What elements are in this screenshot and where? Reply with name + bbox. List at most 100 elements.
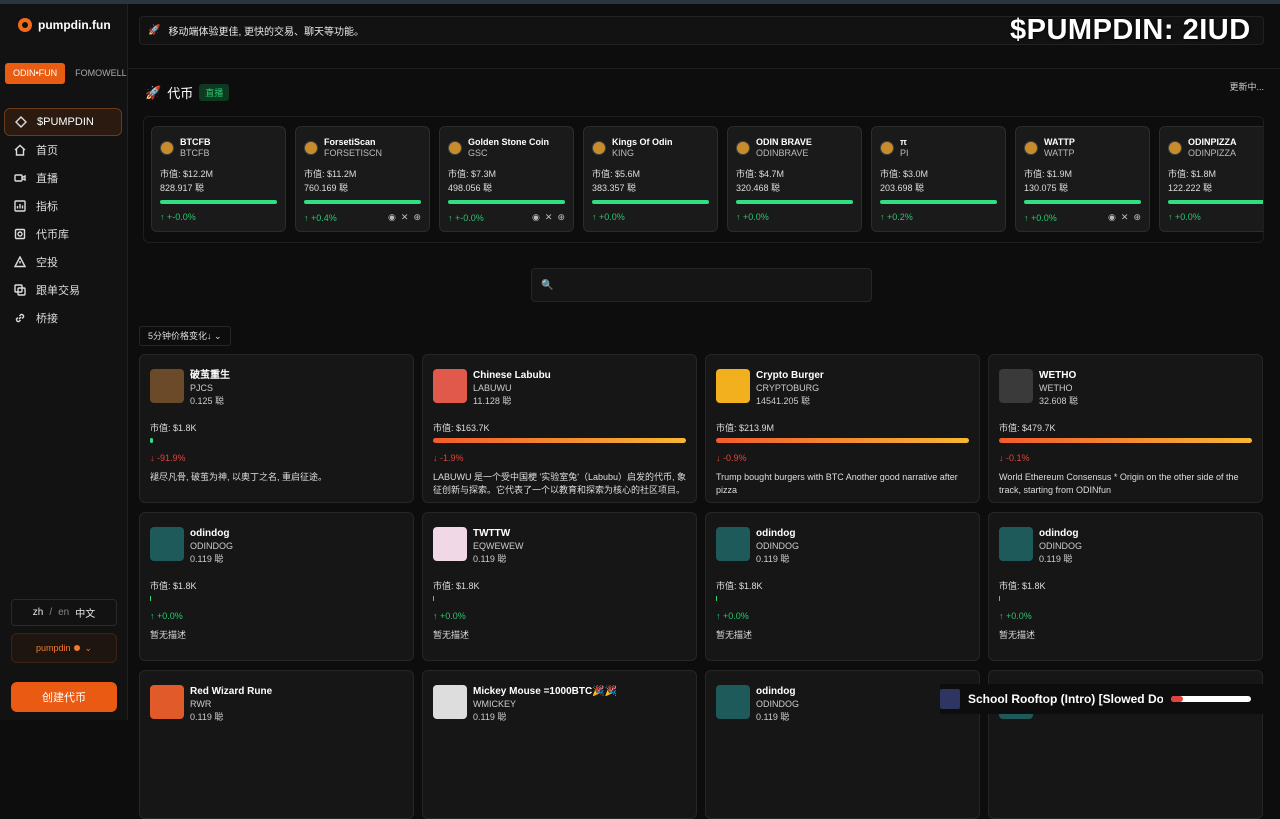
token-card[interactable]: WETHO WETHO 32.608 聪市值: $479.7K ↓ -0.1% Worl… bbox=[988, 354, 1263, 503]
token-card[interactable]: Crypto Burger CRYPTOBURG 14541.205 聪市值: $2… bbox=[705, 354, 980, 503]
token-amount: 828.917 聪 bbox=[160, 183, 205, 193]
token-card[interactable]: Mickey Mouse =1000BTC🎉🎉 WMICKEY 0.119 聪 bbox=[422, 670, 697, 819]
user-menu-button[interactable]: pumpdin ⌄ bbox=[11, 633, 117, 663]
token-card[interactable]: odindog ODINDOG 0.119 聪 bbox=[705, 670, 980, 819]
token-strip-card[interactable]: ODIN BRAVE ODINBRAVE 市值: $4.7M 320.468 聪 ↑ +… bbox=[727, 126, 862, 232]
tab-fomowell[interactable]: FOMOWELL bbox=[67, 63, 135, 84]
token-name: 破茧重生 bbox=[190, 370, 230, 381]
token-strip-card[interactable]: Kings Of Odin KING 市值: $5.6M 383.357 聪 ↑ +0.… bbox=[583, 126, 718, 232]
token-strip-card[interactable]: WATTP WATTP 市值: $1.9M 130.075 聪 ↑ +0.0% ◉ ✕ ⊕ bbox=[1015, 126, 1150, 232]
token-name: ForsetiScan bbox=[324, 137, 376, 147]
token-change: ↓ -0.9% bbox=[716, 453, 747, 463]
airdrop-icon bbox=[14, 256, 26, 268]
library-icon bbox=[14, 228, 26, 240]
telegram-icon[interactable]: ◉ bbox=[1108, 212, 1116, 223]
bonding-bar bbox=[150, 596, 151, 601]
token-card[interactable]: odindog ODINDOG 0.119 聪市值: $1.8K ↑ +0.0% 暂无描… bbox=[988, 512, 1263, 661]
live-badge: 直播 bbox=[199, 84, 230, 101]
token-strip-card[interactable]: Golden Stone Coin GSC 市值: $7.3M 498.056 聪 ↑ … bbox=[439, 126, 574, 232]
sort-dropdown[interactable]: 5分钟价格变化↓ ⌄ bbox=[139, 326, 231, 346]
token-value: 14541.205 聪 bbox=[756, 396, 811, 406]
token-card[interactable]: odindog ODINDOG 0.119 聪市值: $1.8K ↑ +0.0% 暂无描… bbox=[705, 512, 980, 661]
token-card[interactable]: Red Wizard Rune RWR 0.119 聪 bbox=[139, 670, 414, 819]
home-icon bbox=[14, 144, 26, 156]
token-mcap: 市值: $213.9M bbox=[716, 423, 775, 433]
token-description: LABUWU 是一个受中国梗 '实验室兔'（Labubu）启发的代币, 象征创新… bbox=[433, 472, 686, 495]
token-image bbox=[433, 527, 467, 561]
token-strip-card[interactable]: π PI 市值: $3.0M 203.698 聪 ↑ +0.2% bbox=[871, 126, 1006, 232]
search-bar[interactable]: 🔍 bbox=[531, 268, 872, 302]
token-progress-bar bbox=[304, 200, 421, 204]
token-change: ↑ +0.0% bbox=[592, 212, 625, 222]
token-symbol: ODINPIZZA bbox=[1188, 148, 1237, 158]
update-status: 更新中... bbox=[1229, 82, 1264, 92]
globe-icon[interactable]: ⊕ bbox=[557, 212, 565, 223]
token-symbol: ODINBRAVE bbox=[756, 148, 809, 158]
token-card[interactable]: odindog ODINDOG 0.119 聪市值: $1.8K ↑ +0.0% 暂无描… bbox=[139, 512, 414, 661]
token-symbol: ODINDOG bbox=[1039, 541, 1083, 551]
telegram-icon[interactable]: ◉ bbox=[532, 212, 540, 223]
token-description: 暂无描述 bbox=[150, 630, 187, 640]
token-mcap: 市值: $479.7K bbox=[999, 423, 1056, 433]
platform-tabs: ODIN•FUN FOMOWELL bbox=[5, 63, 135, 84]
token-symbol: PI bbox=[900, 148, 909, 158]
language-switcher[interactable]: zh / en 中文 bbox=[11, 599, 117, 626]
token-strip-card[interactable]: BTCFB BTCFB 市值: $12.2M 828.917 聪 ↑ +-0.0% bbox=[151, 126, 286, 232]
token-image bbox=[716, 685, 750, 719]
token-amount: 498.056 聪 bbox=[448, 183, 493, 193]
token-symbol: ODINDOG bbox=[756, 699, 800, 709]
token-symbol: RWR bbox=[190, 699, 212, 709]
search-input[interactable] bbox=[561, 279, 862, 291]
sidebar-item-bridge[interactable]: 桥接 bbox=[4, 304, 122, 332]
token-card[interactable]: 破茧重生 PJCS 0.125 聪市值: $1.8K ↓ -91.9% 褪尽凡骨, 破茧… bbox=[139, 354, 414, 503]
sidebar-item-home[interactable]: 首页 bbox=[4, 136, 122, 164]
token-change: ↓ -91.9% bbox=[150, 453, 186, 463]
token-value: 0.119 聪 bbox=[756, 554, 790, 564]
globe-icon[interactable]: ⊕ bbox=[1133, 212, 1141, 223]
globe-icon[interactable]: ⊕ bbox=[413, 212, 421, 223]
token-strip-card[interactable]: ODINPIZZA ODINPIZZA 市值: $1.8M 122.222 聪 ↑ +0… bbox=[1159, 126, 1263, 232]
top-accent-line bbox=[0, 0, 1280, 4]
lang-current: 中文 bbox=[75, 609, 96, 620]
app-logo[interactable]: pumpdin.fun bbox=[18, 18, 111, 32]
lang-zh[interactable]: zh bbox=[33, 607, 44, 618]
token-icon bbox=[592, 141, 606, 155]
token-amount: 203.698 聪 bbox=[880, 183, 925, 193]
sidebar-item-token-library[interactable]: 代币库 bbox=[4, 220, 122, 248]
video-icon bbox=[14, 174, 26, 182]
token-card[interactable]: TWTTW EQWEWEW 0.119 聪市值: $1.8K ↑ +0.0% 暂无描述 bbox=[422, 512, 697, 661]
x-icon[interactable]: ✕ bbox=[401, 212, 409, 223]
token-value: 32.608 聪 bbox=[1039, 396, 1079, 406]
token-mcap: 市值: $12.2M bbox=[160, 169, 214, 179]
x-icon[interactable]: ✕ bbox=[1121, 212, 1129, 223]
sidebar-item-airdrop[interactable]: 空投 bbox=[4, 248, 122, 276]
token-change: ↑ +0.0% bbox=[736, 212, 769, 222]
token-image bbox=[150, 527, 184, 561]
sidebar-item-metrics[interactable]: 指标 bbox=[4, 192, 122, 220]
progress-bar[interactable] bbox=[1171, 696, 1251, 702]
token-name: Crypto Burger bbox=[756, 370, 824, 381]
tab-odin-fun[interactable]: ODIN•FUN bbox=[5, 63, 66, 84]
token-mcap: 市值: $1.8K bbox=[999, 581, 1046, 591]
rocket-icon: 🚀 bbox=[145, 84, 162, 100]
sidebar-item-label: 桥接 bbox=[36, 313, 58, 325]
create-token-button[interactable]: 创建代币 bbox=[11, 682, 117, 712]
ticker-overlay: $PUMPDIN: 2IUD bbox=[1010, 14, 1251, 46]
token-name: Golden Stone Coin bbox=[468, 137, 549, 147]
token-card[interactable]: Chinese Labubu LABUWU 11.128 聪市值: $163.7K ↓… bbox=[422, 354, 697, 503]
token-image bbox=[150, 685, 184, 719]
sidebar-item-pumpdin[interactable]: $PUMPDIN bbox=[4, 108, 122, 136]
music-player[interactable]: School Rooftop (Intro) [Slowed Down] bbox=[940, 684, 1274, 714]
token-strip-card[interactable]: ForsetiScan FORSETISCN 市值: $11.2M 760.169 聪… bbox=[295, 126, 430, 232]
lang-en[interactable]: en bbox=[58, 607, 69, 618]
section-title-text: 代币 bbox=[167, 86, 194, 101]
sidebar-item-label: 指标 bbox=[36, 201, 58, 213]
token-value: 0.119 聪 bbox=[473, 554, 507, 564]
sidebar-item-copy-trade[interactable]: 跟单交易 bbox=[4, 276, 122, 304]
x-icon[interactable]: ✕ bbox=[545, 212, 553, 223]
bonding-bar bbox=[433, 596, 434, 601]
token-progress-bar bbox=[592, 200, 709, 204]
token-mcap: 市值: $1.8K bbox=[433, 581, 480, 591]
telegram-icon[interactable]: ◉ bbox=[388, 212, 396, 223]
sidebar-item-live[interactable]: 直播 bbox=[4, 164, 122, 192]
